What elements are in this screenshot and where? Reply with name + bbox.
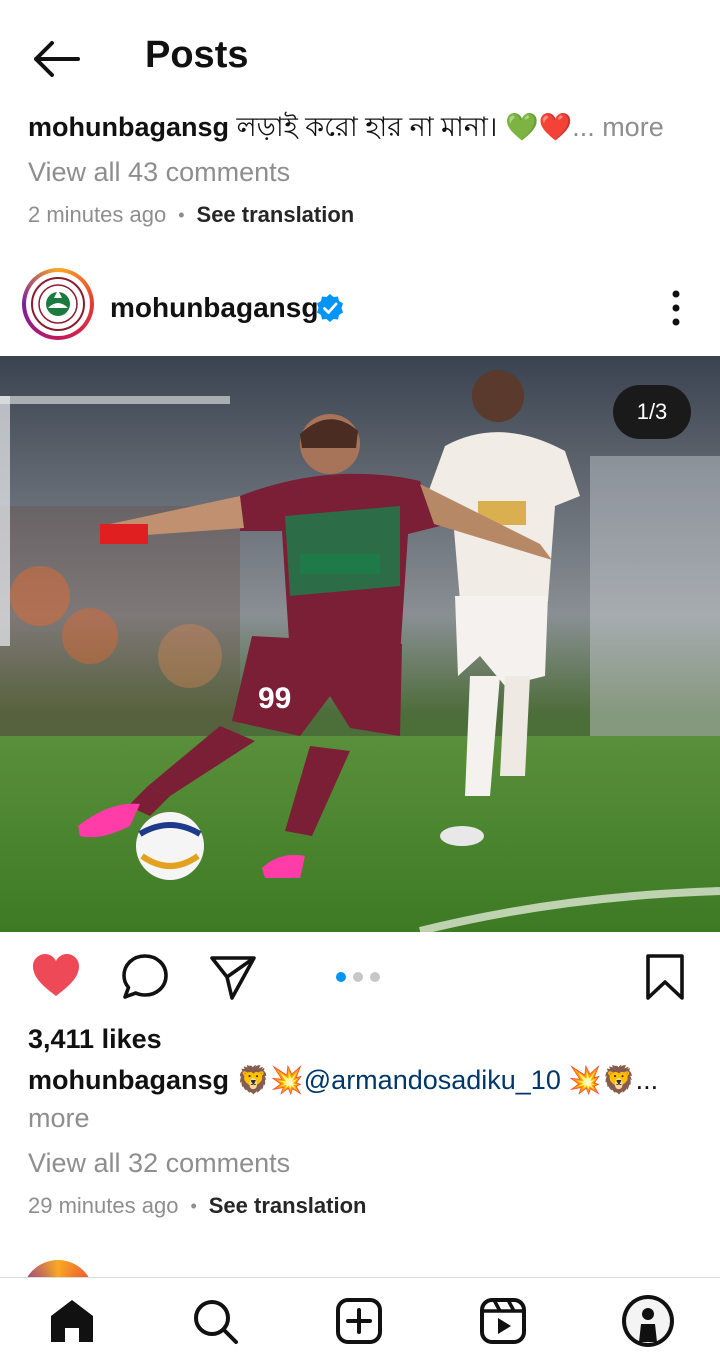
post-caption: mohunbagansg 🦁💥@armandosadiku_10 💥🦁... m… (28, 1061, 698, 1137)
post-meta: 2 minutes ago • See translation (28, 202, 698, 228)
profile-avatar[interactable] (621, 1294, 675, 1348)
more-options-icon[interactable] (664, 286, 688, 330)
carousel-dot-2 (353, 972, 363, 982)
carousel-dot-3 (370, 972, 380, 982)
reels-icon[interactable] (478, 1296, 528, 1346)
post-meta: 29 minutes ago • See translation (28, 1193, 698, 1219)
caption-username[interactable]: mohunbagansg (28, 112, 229, 142)
home-icon[interactable] (47, 1296, 97, 1346)
see-translation-link[interactable]: See translation (209, 1193, 367, 1219)
club-logo-icon (30, 276, 86, 332)
previous-post-footer: mohunbagansg লড়াই করো হার না মানা। 💚❤️.… (28, 108, 698, 228)
jersey-number: 99 (258, 682, 291, 715)
arrow-left-icon[interactable] (30, 38, 82, 80)
separator-dot: • (178, 204, 185, 225)
post-header: mohunbagansg (0, 266, 720, 346)
see-translation-link[interactable]: See translation (197, 202, 355, 228)
comment-icon[interactable] (120, 952, 170, 1002)
timestamp: 2 minutes ago (28, 202, 167, 227)
page-title: Posts (145, 34, 249, 76)
post-username[interactable]: mohunbagansg (110, 292, 318, 324)
caption-emoji-end: 💥🦁... (560, 1065, 659, 1095)
caption-text: লড়াই করো হার না মানা। 💚❤️ (236, 112, 573, 142)
likes-count[interactable]: 3,411 likes (28, 1024, 698, 1055)
create-icon[interactable] (334, 1296, 384, 1346)
more-link[interactable]: ... more (572, 112, 664, 142)
previous-caption: mohunbagansg লড়াই করো হার না মানা। 💚❤️.… (28, 108, 698, 146)
post-photo[interactable]: 99 (0, 356, 720, 932)
search-icon[interactable] (190, 1296, 240, 1346)
avatar[interactable] (22, 268, 94, 340)
caption-username[interactable]: mohunbagansg (28, 1065, 229, 1095)
photo-counter-badge: 1/3 (613, 385, 691, 439)
timestamp: 29 minutes ago (28, 1193, 179, 1218)
top-bar: Posts (0, 0, 720, 112)
football-player-photo: 99 (0, 356, 720, 932)
share-icon[interactable] (208, 952, 258, 1002)
bottom-navigation (0, 1277, 720, 1366)
mention-link[interactable]: @armandosadiku_10 (304, 1065, 561, 1095)
separator-dot: • (190, 1195, 197, 1216)
more-link[interactable]: more (28, 1099, 698, 1137)
view-comments-link[interactable]: View all 43 comments (28, 152, 698, 192)
verified-badge-icon (317, 294, 343, 322)
carousel-dot-1 (336, 972, 346, 982)
carousel-indicator (336, 972, 380, 982)
caption-emoji: 🦁💥 (236, 1065, 304, 1095)
view-comments-link[interactable]: View all 32 comments (28, 1143, 698, 1183)
bookmark-icon[interactable] (644, 952, 686, 1002)
heart-icon[interactable] (30, 950, 82, 1002)
post-info: 3,411 likes mohunbagansg 🦁💥@armandosadik… (28, 1024, 698, 1219)
